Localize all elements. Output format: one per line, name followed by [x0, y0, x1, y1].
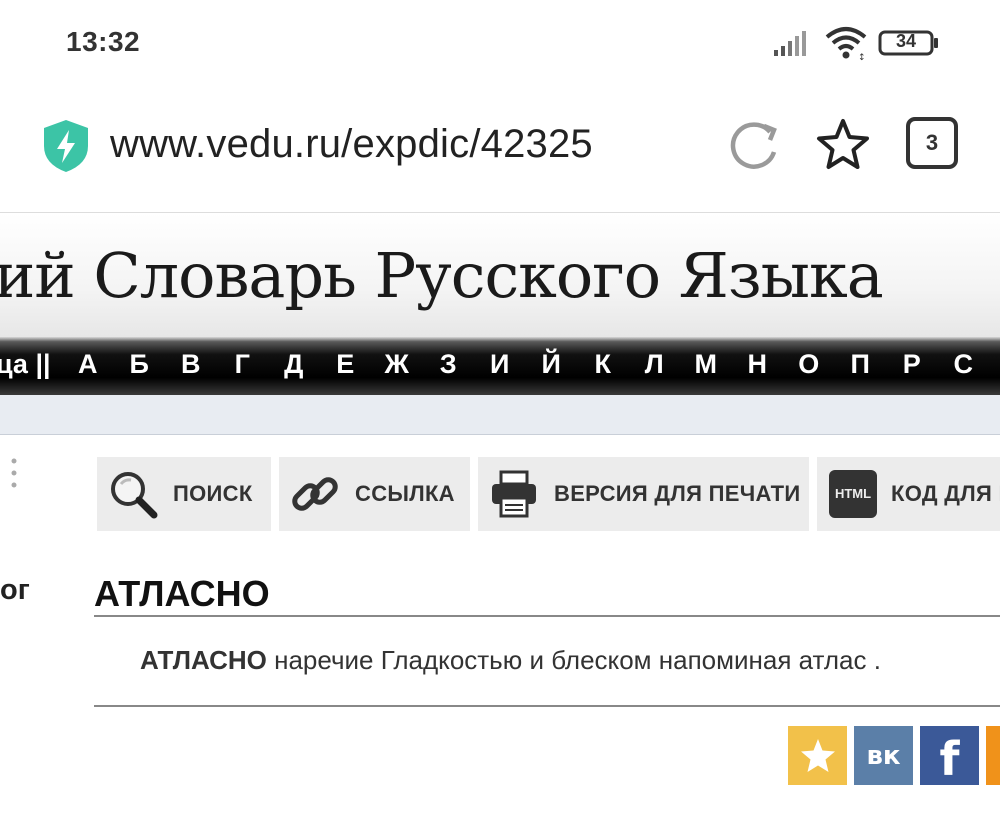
svg-text:↕: ↕: [858, 53, 866, 61]
alphabet-letter[interactable]: Й: [526, 349, 578, 380]
alphabet-letter[interactable]: М: [680, 349, 732, 380]
alphabet-letter[interactable]: А: [62, 349, 114, 380]
alphabet-letter[interactable]: Д: [268, 349, 320, 380]
alphabet-letter[interactable]: Б: [114, 349, 166, 380]
alphabet-letter[interactable]: Ж: [371, 349, 423, 380]
link-icon: [292, 477, 338, 511]
alphabet-letter[interactable]: С: [938, 349, 990, 380]
search-button[interactable]: ПОИСК: [97, 457, 271, 531]
entry-divider-top: [94, 615, 1000, 617]
tabs-count-button[interactable]: 3: [906, 117, 958, 169]
print-version-label: ВЕРСИЯ ДЛЯ ПЕЧАТИ: [554, 481, 801, 506]
status-bar: 13:32 ↕ 34: [0, 0, 1000, 86]
wifi-icon: ↕: [825, 27, 867, 61]
alphabet-letter[interactable]: Р: [886, 349, 938, 380]
alphabet-letter[interactable]: В: [165, 349, 217, 380]
html-code-button[interactable]: HTML КОД ДЛЯ В: [817, 457, 1000, 531]
alphabet-letter[interactable]: П: [835, 349, 887, 380]
alphabet-letter[interactable]: К: [577, 349, 629, 380]
star-icon[interactable]: [814, 116, 872, 174]
browser-toolbar: www.vedu.ru/expdic/42325 3: [0, 86, 1000, 212]
alphabet-letter[interactable]: З: [423, 349, 475, 380]
sub-bar: [0, 395, 1000, 435]
alphabet-letter[interactable]: Л: [629, 349, 681, 380]
shield-icon[interactable]: [40, 118, 92, 174]
odnoklassniki-share-button[interactable]: [986, 726, 1000, 785]
vk-share-button[interactable]: вк: [854, 726, 913, 785]
html-icon: HTML: [829, 470, 877, 518]
facebook-share-button[interactable]: f: [920, 726, 979, 786]
entry-heading: АТЛАСНО: [94, 573, 270, 614]
url-address[interactable]: www.vedu.ru/expdic/42325: [110, 122, 593, 167]
alphabet-letter[interactable]: Н: [732, 349, 784, 380]
status-time: 13:32: [66, 26, 141, 57]
alphabet-letter[interactable]: Г: [217, 349, 269, 380]
search-label: ПОИСК: [173, 481, 253, 506]
site-title[interactable]: ий Словарь Русского Языка: [0, 239, 884, 312]
alphabet-letter[interactable]: И: [474, 349, 526, 380]
alphabet-prefix[interactable]: ца ||: [0, 349, 51, 380]
link-label: ССЫЛКА: [355, 481, 455, 506]
entry-definition: АТЛАСНО наречие Гладкостью и блеском нап…: [140, 645, 881, 676]
search-icon: [111, 472, 158, 519]
definition-headword: АТЛАСНО: [140, 645, 267, 675]
more-options-icon[interactable]: [10, 457, 18, 489]
left-menu-fragment[interactable]: ог: [0, 574, 30, 607]
favorite-share-button[interactable]: [788, 726, 847, 785]
site-header: ий Словарь Русского Языка: [0, 212, 1000, 340]
alphabet-letter[interactable]: Т: [989, 349, 1000, 380]
reload-icon[interactable]: [726, 118, 782, 174]
print-version-button[interactable]: ВЕРСИЯ ДЛЯ ПЕЧАТИ: [478, 457, 809, 531]
entry-divider-bottom: [94, 705, 1000, 707]
definition-text: наречие Гладкостью и блеском напоминая а…: [266, 645, 881, 675]
alphabet-bar: ца || АБВГДЕЖЗИЙКЛМНОПРСТ: [0, 337, 1000, 395]
alphabet-letter[interactable]: О: [783, 349, 835, 380]
alphabet-letter[interactable]: Е: [320, 349, 372, 380]
battery-level: 34: [895, 31, 917, 51]
alphabet-letters: АБВГДЕЖЗИЙКЛМНОПРСТ: [62, 349, 1000, 380]
facebook-icon: f: [939, 731, 960, 786]
link-button[interactable]: ССЫЛКА: [279, 457, 470, 531]
signal-icon: [774, 31, 806, 56]
html-code-label: КОД ДЛЯ В: [891, 481, 1000, 506]
star-filled-icon: [800, 738, 835, 772]
printer-icon: [492, 470, 536, 518]
vk-icon: вк: [866, 740, 901, 771]
